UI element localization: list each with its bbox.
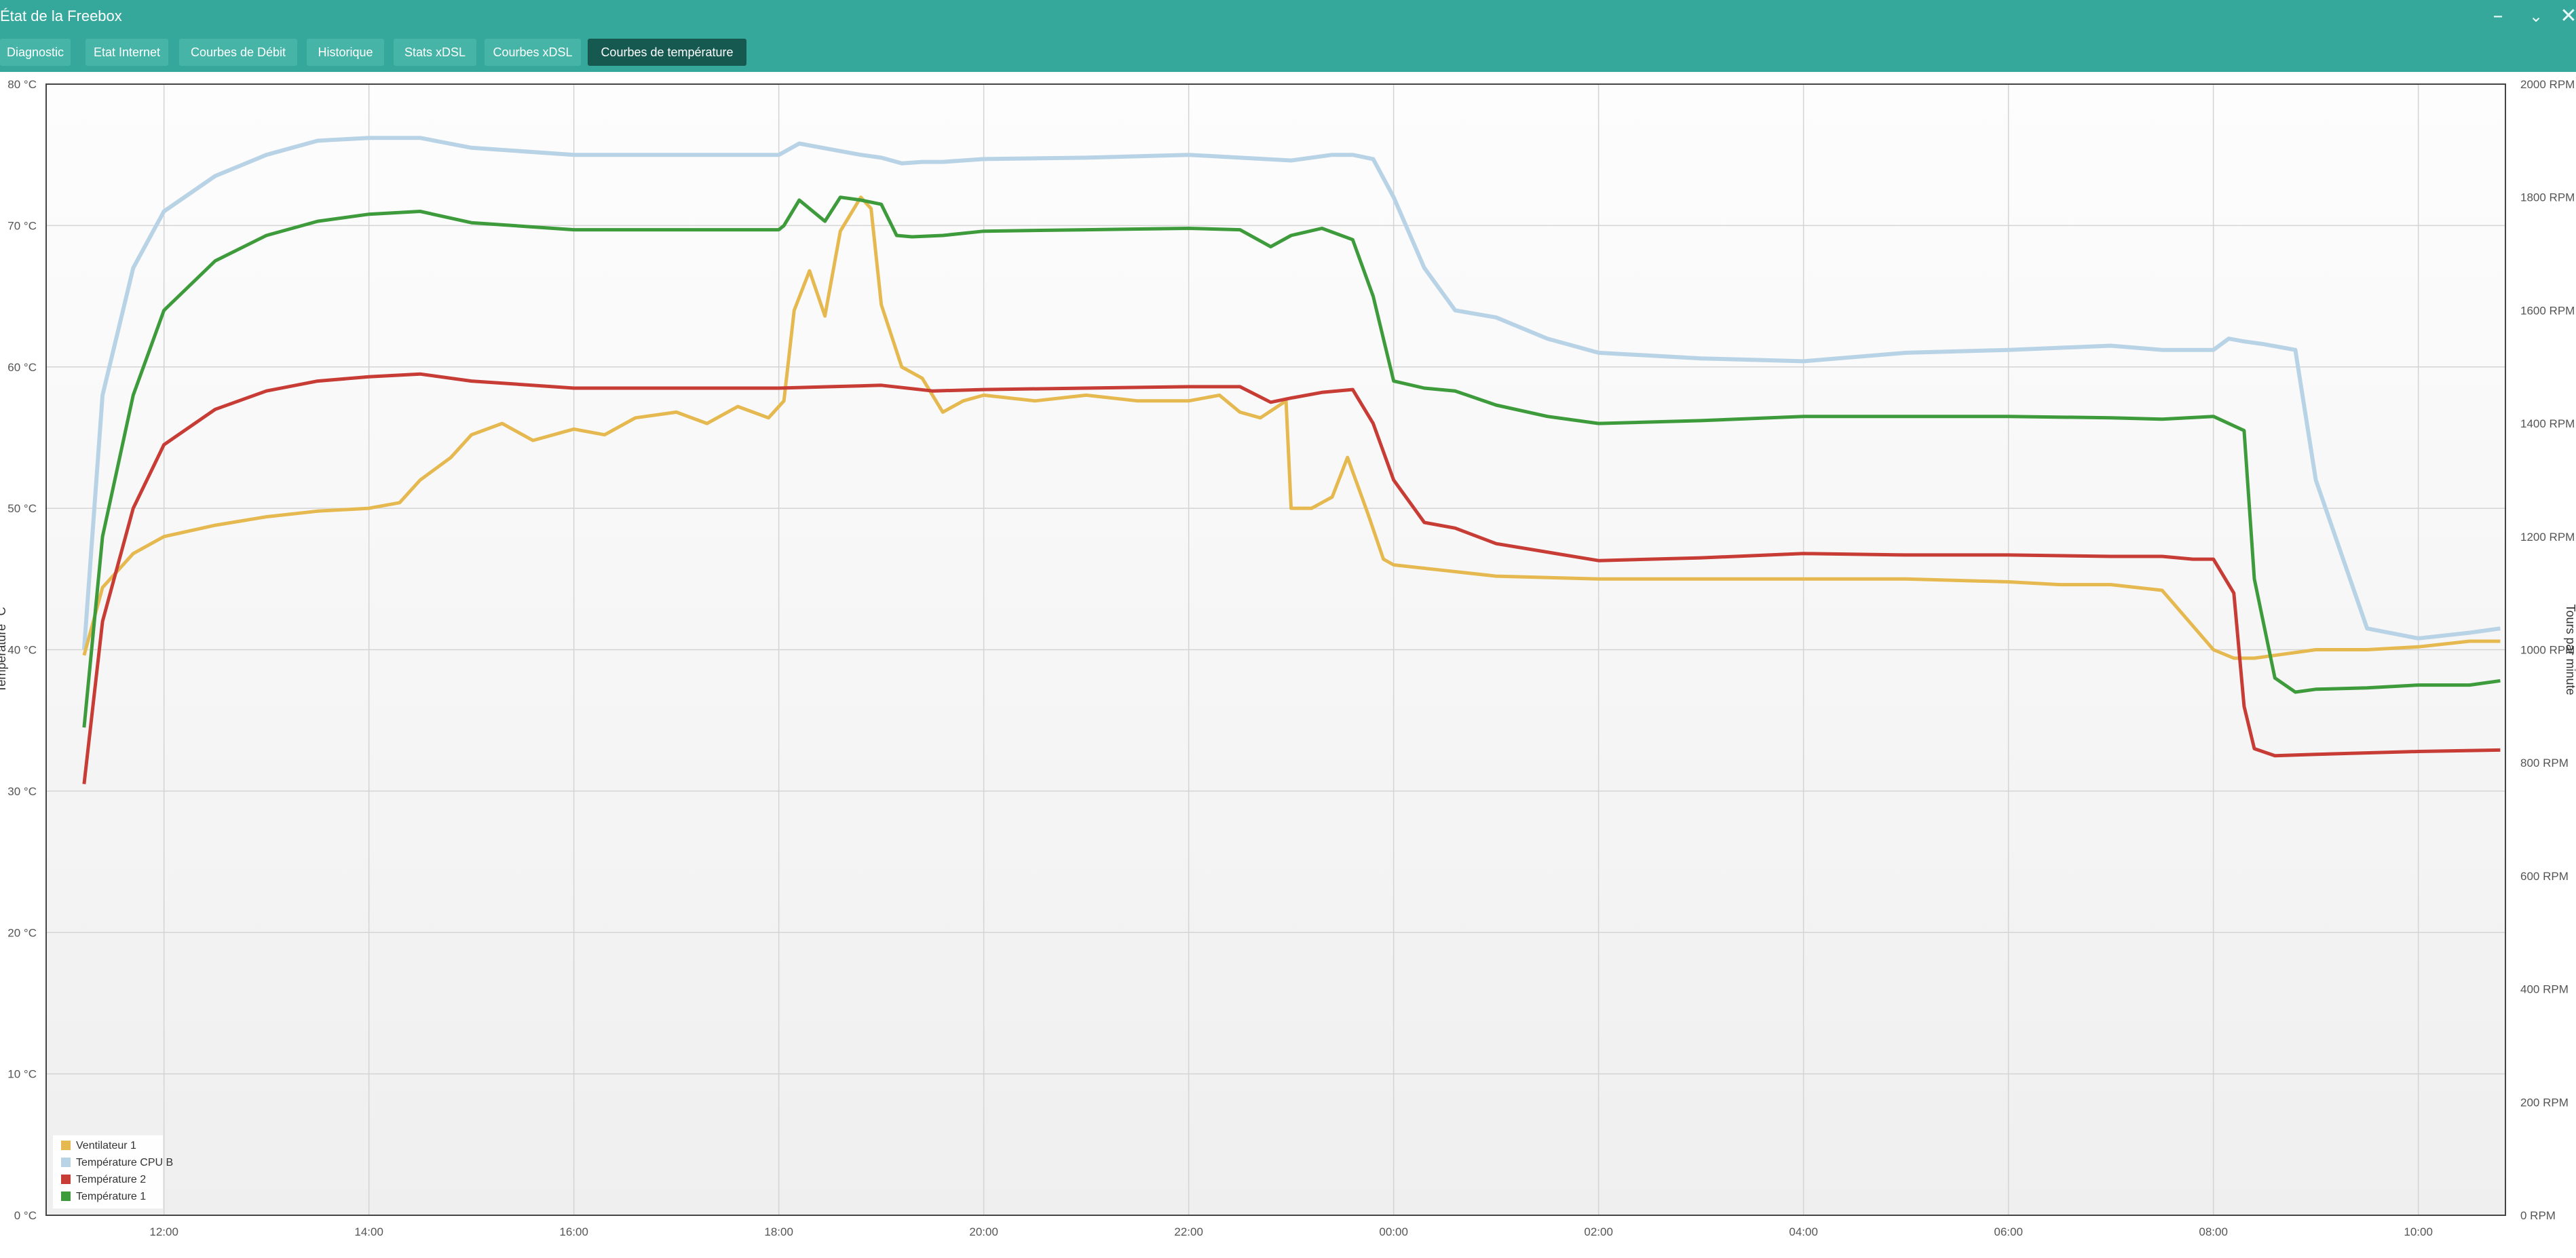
y2-tick-label: 800 RPM xyxy=(2520,757,2569,769)
legend-item-label[interactable]: Ventilateur 1 xyxy=(76,1140,136,1151)
legend-swatch xyxy=(61,1158,71,1167)
y2-tick-label: 600 RPM xyxy=(2520,870,2569,883)
x-tick-label: 20:00 xyxy=(969,1225,998,1238)
y2-tick-label: 2000 RPM xyxy=(2520,78,2575,91)
y-tick-label: 60 °C xyxy=(7,361,37,374)
chart-svg: 0 °C 10 °C 20 °C 30 °C 40 °C 50 °C 60 °C 70 °C 8… xyxy=(0,78,2576,1238)
legend-swatch xyxy=(61,1175,71,1184)
tab-courbes-temperature[interactable]: Courbes de température xyxy=(588,39,746,66)
x-tick-label: 10:00 xyxy=(2404,1225,2433,1238)
tab-courbes-debit[interactable]: Courbes de Débit xyxy=(179,39,297,66)
legend-item-label[interactable]: Température 2 xyxy=(76,1174,146,1185)
y-tick-label: 0 °C xyxy=(14,1209,37,1222)
y-tick-label: 40 °C xyxy=(7,644,37,657)
legend-swatch xyxy=(61,1141,71,1150)
x-tick-label: 18:00 xyxy=(764,1225,793,1238)
x-tick-label: 06:00 xyxy=(1994,1225,2023,1238)
y2-tick-label: 0 RPM xyxy=(2520,1209,2556,1222)
tab-courbes-xdsl[interactable]: Courbes xDSL xyxy=(485,39,581,66)
x-tick-label: 14:00 xyxy=(354,1225,383,1238)
x-tick-label: 02:00 xyxy=(1584,1225,1613,1238)
y2-tick-label: 200 RPM xyxy=(2520,1096,2569,1109)
x-axis: 12:00 14:00 16:00 18:00 20:00 22:00 00:00 02:00… xyxy=(149,1225,2433,1238)
y-tick-label: 70 °C xyxy=(7,219,37,232)
minimize-icon[interactable]: – xyxy=(2485,3,2511,30)
y2-tick-label: 400 RPM xyxy=(2520,983,2569,996)
y2-tick-label: 1600 RPM xyxy=(2520,304,2575,317)
y2-tick-label: 1800 RPM xyxy=(2520,191,2575,204)
y-tick-label: 30 °C xyxy=(7,785,37,798)
y-tick-label: 80 °C xyxy=(7,78,37,91)
y-axis-left: 0 °C 10 °C 20 °C 30 °C 40 °C 50 °C 60 °C 70 °C 8… xyxy=(7,78,37,1222)
tab-etat-internet[interactable]: Etat Internet xyxy=(86,39,168,66)
y-tick-label: 50 °C xyxy=(7,502,37,515)
title-bar: État de la Freebox – ⌄ ✕ Diagnostic Etat… xyxy=(0,0,2576,72)
legend-item-label[interactable]: Température 1 xyxy=(76,1191,146,1202)
tab-diagnostic[interactable]: Diagnostic xyxy=(0,39,71,66)
tab-historique[interactable]: Historique xyxy=(307,39,384,66)
y-tick-label: 10 °C xyxy=(7,1068,37,1081)
x-tick-label: 04:00 xyxy=(1789,1225,1818,1238)
legend[interactable]: Ventilateur 1 Température CPU B Températur… xyxy=(53,1135,173,1208)
y-tick-label: 20 °C xyxy=(7,926,37,939)
temperature-chart: 0 °C 10 °C 20 °C 30 °C 40 °C 50 °C 60 °C 70 °C 8… xyxy=(0,72,2576,1258)
app-title: État de la Freebox xyxy=(0,7,122,24)
x-tick-label: 22:00 xyxy=(1174,1225,1203,1238)
legend-item-label[interactable]: Température CPU B xyxy=(76,1157,173,1168)
x-tick-label: 08:00 xyxy=(2199,1225,2228,1238)
y2-tick-label: 1400 RPM xyxy=(2520,417,2575,430)
close-icon[interactable]: ✕ xyxy=(2556,3,2576,30)
x-tick-label: 00:00 xyxy=(1379,1225,1408,1238)
y2-tick-label: 1200 RPM xyxy=(2520,531,2575,544)
x-tick-label: 16:00 xyxy=(559,1225,588,1238)
restore-icon[interactable]: ⌄ xyxy=(2523,3,2549,30)
tab-stats-xdsl[interactable]: Stats xDSL xyxy=(394,39,476,66)
y2-axis-title: Tours par minute xyxy=(2564,604,2576,695)
x-tick-label: 12:00 xyxy=(149,1225,178,1238)
legend-swatch xyxy=(61,1192,71,1201)
y-axis-title: Température °C xyxy=(0,607,8,692)
